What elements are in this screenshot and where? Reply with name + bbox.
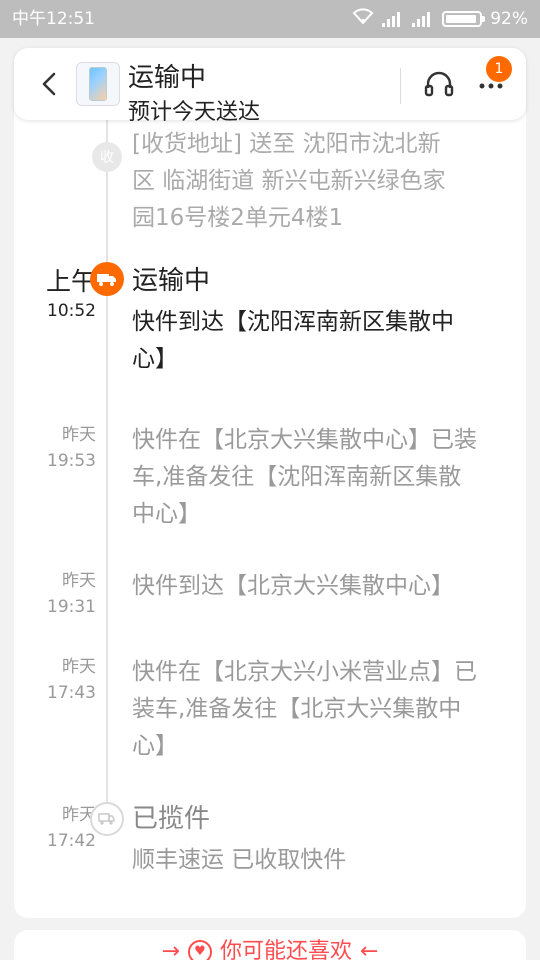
page-subtitle: 预计今天送达	[128, 100, 261, 125]
event-desc-line1: 顺丰速运 已收取快件	[132, 847, 347, 873]
event-body: 已揽件 顺丰速运 已收取快件	[132, 802, 504, 879]
event-body: 快件到达【北京大兴集散中心】	[132, 568, 504, 605]
event-day: 昨天	[62, 425, 96, 445]
battery-icon	[442, 11, 486, 27]
timeline-line	[106, 96, 108, 816]
event-desc-line2: 装车,准备发往【北京大兴集散中	[132, 696, 462, 722]
address-text: [收货地址] 送至 沈阳市沈北新 区 临湖街道 新兴屯新兴绿色家 园16号楼2单…	[132, 126, 504, 237]
status-bar: 中午12:51 92%	[0, 0, 540, 38]
event-clock: 19:31	[47, 597, 96, 617]
event-day: 上午	[45, 267, 96, 296]
receive-icon: 收	[92, 142, 122, 172]
headset-icon[interactable]	[422, 68, 456, 102]
event-body: 运输中 快件到达【沈阳浑南新区集散中 心】	[132, 264, 504, 378]
event-desc-line2: 心】	[132, 346, 178, 372]
event-time: 上午 10:52	[22, 266, 96, 324]
event-time: 昨天 17:42	[22, 802, 96, 854]
wifi-icon	[352, 0, 374, 38]
truck-icon	[90, 262, 124, 296]
tracking-card[interactable]: 收 [收货地址] 送至 沈阳市沈北新 区 临湖街道 新兴屯新兴绿色家 园16号楼…	[14, 96, 526, 918]
event-title: 已揽件	[132, 804, 211, 834]
recommend-label: 你可能还喜欢	[219, 939, 352, 960]
right-arrow: ←	[360, 939, 379, 960]
event-clock: 10:52	[47, 301, 96, 321]
event-time: 昨天 17:43	[22, 654, 96, 706]
status-icons: 92%	[352, 0, 528, 38]
signal-icon-2	[412, 11, 434, 27]
event-time: 昨天 19:53	[22, 422, 96, 474]
event-desc-line3: 中心】	[132, 501, 201, 527]
event-body: 快件在【北京大兴小米营业点】已 装车,准备发往【北京大兴集散中 心】	[132, 654, 504, 765]
battery-percent: 92%	[490, 9, 528, 29]
event-day: 昨天	[62, 571, 96, 591]
event-clock: 17:42	[47, 831, 96, 851]
phone-image	[89, 67, 107, 101]
event-time: 昨天 19:31	[22, 568, 96, 620]
chevron-left-icon[interactable]	[32, 66, 68, 102]
event-desc-line2: 车,准备发往【沈阳浑南新区集散	[132, 464, 462, 490]
left-arrow: →	[161, 939, 180, 960]
header-divider	[400, 68, 401, 104]
address-line-3: 园16号楼2单元4楼1	[132, 205, 344, 231]
signal-icon	[382, 11, 404, 27]
address-line-2: 区 临湖街道 新兴屯新兴绿色家	[132, 168, 446, 194]
order-header: 运输中 预计今天送达 1	[14, 48, 526, 125]
event-desc-line1: 快件在【北京大兴小米营业点】已	[132, 659, 477, 685]
heart-icon: ♥	[187, 940, 212, 960]
event-desc-line1: 快件在【北京大兴集散中心】已装	[132, 427, 477, 453]
event-desc-line1: 快件到达【北京大兴集散中心】	[132, 573, 454, 599]
notification-badge: 1	[486, 56, 512, 82]
event-day: 昨天	[62, 657, 96, 677]
event-clock: 17:43	[47, 683, 96, 703]
event-desc-line1: 快件到达【沈阳浑南新区集散中	[132, 309, 454, 335]
event-title: 运输中	[132, 266, 211, 296]
status-time: 中午12:51	[12, 9, 95, 29]
event-body: 快件在【北京大兴集散中心】已装 车,准备发往【沈阳浑南新区集散 中心】	[132, 422, 504, 533]
product-thumbnail[interactable]	[76, 62, 120, 106]
event-day: 昨天	[62, 805, 96, 825]
event-desc-line3: 心】	[132, 733, 178, 759]
address-line-top: [收货地址] 送至 沈阳市沈北新	[132, 131, 441, 157]
page-title: 运输中	[128, 63, 207, 93]
event-clock: 19:53	[47, 451, 96, 471]
recommend-section[interactable]: → ♥ 你可能还喜欢 ←	[14, 930, 526, 960]
pickup-truck-icon	[90, 802, 124, 836]
recommend-header: → ♥ 你可能还喜欢 ←	[161, 930, 379, 960]
